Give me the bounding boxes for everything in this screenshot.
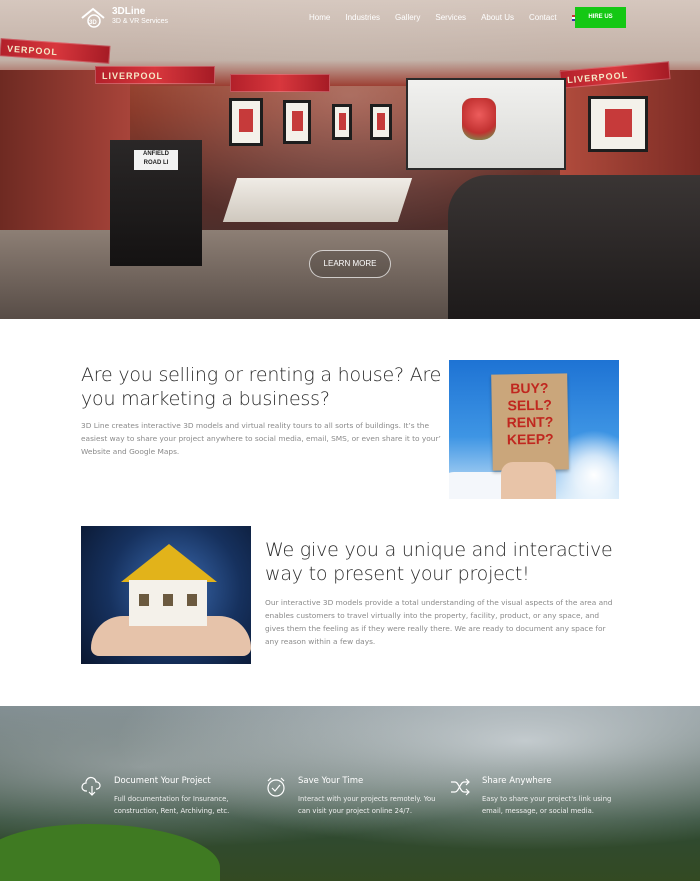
clock-icon [265,776,287,798]
hire-us-button[interactable]: HIRE US [575,7,626,28]
brand-tagline: 3D & VR Services [112,18,169,25]
framed-jersey [370,104,392,140]
house-roof [121,544,217,582]
club-crest-icon [462,98,496,140]
house-logo-icon: 3D [80,6,108,28]
sign-line: RENT? [506,413,554,431]
nav-gallery[interactable]: Gallery [395,13,420,22]
buy-sell-rent-image: BUY? SELL? RENT? KEEP? [449,360,619,499]
feature-title: Save Your Time [298,776,364,786]
framed-jersey [332,104,352,140]
hero-table [222,178,413,222]
nav-home[interactable]: Home [309,13,330,22]
main-nav: Home Industries Gallery Services About U… [309,13,594,22]
framed-jersey [283,100,311,144]
feature-title: Document Your Project [114,776,211,786]
feature-description: Interact with your projects remotely. Yo… [298,795,436,815]
house-in-hands-image [81,526,251,664]
feature-title: Share Anywhere [482,776,552,786]
framed-jersey [229,98,263,146]
bar-sign: ANFIELD ROAD LI [134,150,178,170]
svg-text:3D: 3D [89,20,97,26]
green-hill [0,824,220,881]
feature-description: Easy to share your project's link using … [482,795,612,815]
shuffle-icon [449,776,471,798]
hero-bar-counter: ANFIELD ROAD LI [110,140,202,266]
section2-body: Our interactive 3D models provide a tota… [265,598,613,646]
cardboard-sign: BUY? SELL? RENT? KEEP? [491,373,569,471]
hero-banner-flag [230,74,330,92]
feature-description: Full documentation for Insurance, constr… [114,795,230,815]
house-body [129,580,207,626]
house-window [187,594,197,606]
site-logo[interactable]: 3D 3DLine 3D & VR Services [80,6,168,28]
hero-banner-flag: LIVERPOOL [95,66,215,84]
cloud-download-icon [81,776,103,798]
brand-name: 3DLine [112,6,146,17]
house-window [139,594,149,606]
section1-body: 3D Line creates interactive 3D models an… [81,421,441,456]
nav-services[interactable]: Services [435,13,466,22]
nav-contact[interactable]: Contact [529,13,557,22]
section2-title: We give you a unique and interactive way… [265,539,613,585]
sign-line: KEEP? [506,430,554,448]
house-window [163,594,173,606]
nav-industries[interactable]: Industries [345,13,380,22]
hero-sofa [448,175,700,319]
sign-line: BUY? [510,379,549,397]
framed-jersey [588,96,648,152]
section1-title: Are you selling or renting a house? Are … [81,364,442,410]
holding-hands [501,462,556,499]
learn-more-button[interactable]: LEARN MORE [309,250,391,278]
nav-about-us[interactable]: About Us [481,13,514,22]
sign-line: SELL? [507,396,553,414]
projector-screen [406,78,566,170]
